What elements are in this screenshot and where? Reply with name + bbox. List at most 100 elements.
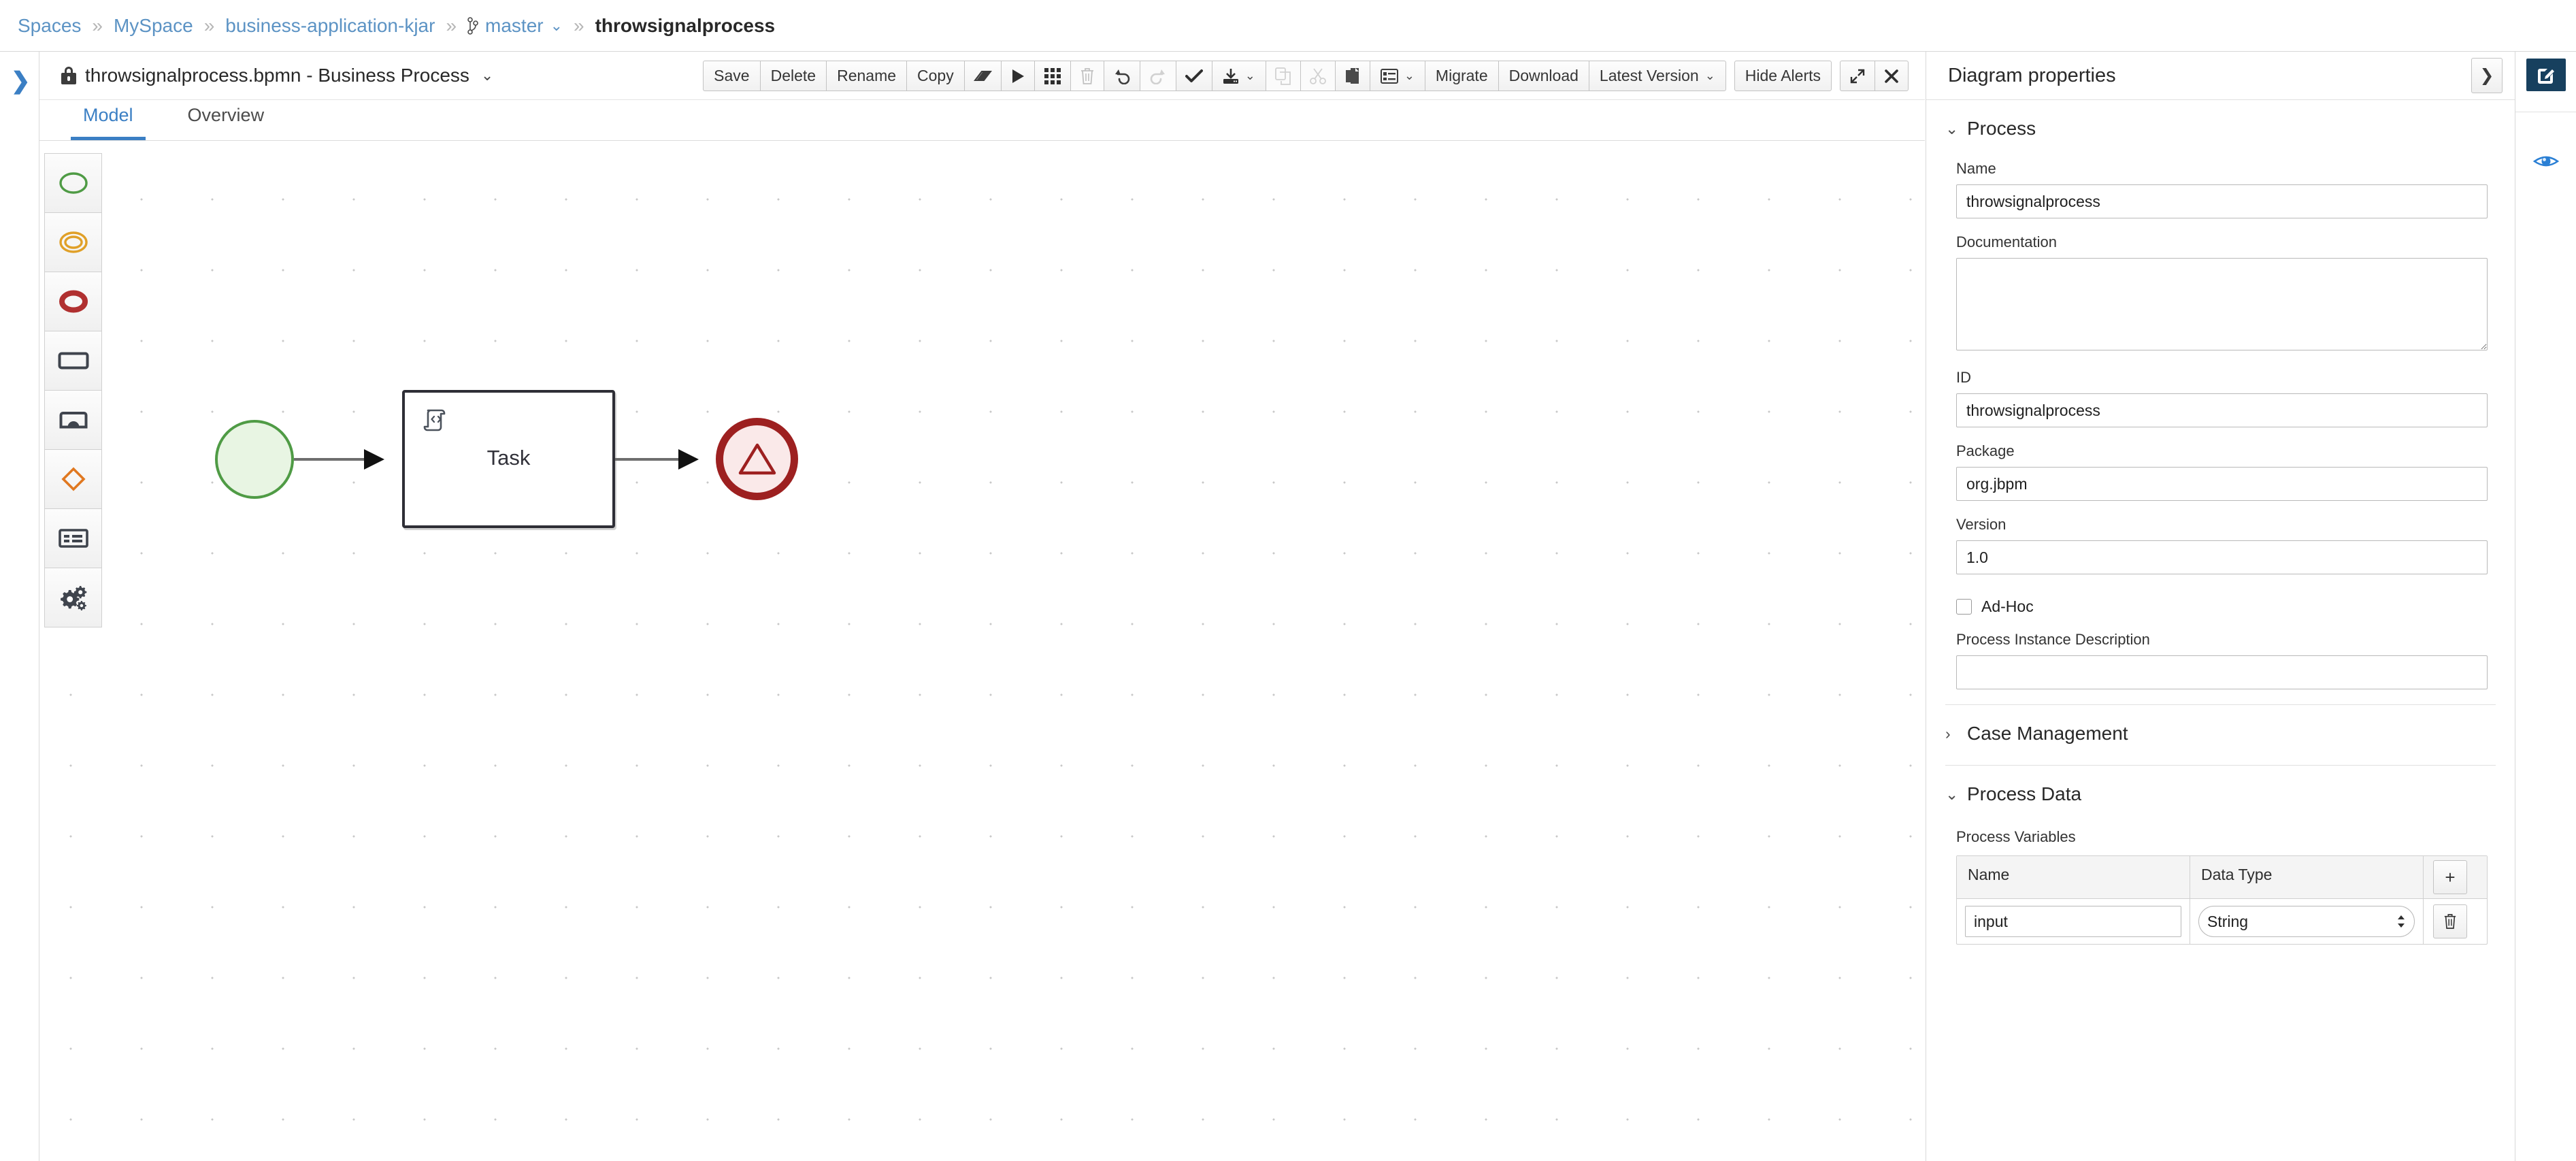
end-event-thick-circle-icon [59, 290, 88, 313]
task-node[interactable]: Task [402, 390, 615, 528]
properties-collapse-button[interactable]: ❯ [2471, 58, 2503, 93]
delete-variable-button[interactable] [2433, 904, 2467, 938]
lock-icon [61, 67, 76, 84]
process-variables-label: Process Variables [1956, 828, 2076, 845]
palette-subprocesses[interactable] [45, 391, 101, 450]
branch-icon [467, 16, 478, 35]
properties-header: Diagram properties ❯ [1926, 52, 2515, 100]
grid-icon[interactable] [1034, 61, 1070, 91]
delete-shape-icon[interactable] [1070, 61, 1104, 91]
column-header-data-type: Data Type [2190, 856, 2424, 898]
section-process-data-title: Process Data [1967, 783, 2082, 804]
edit-pencil-icon[interactable] [2526, 59, 2566, 91]
variable-name-input[interactable] [1965, 906, 2181, 937]
properties-panel: Diagram properties ❯ ⌄ Process Name Docu… [1926, 52, 2515, 1161]
palette-activities[interactable] [45, 331, 101, 391]
task-rectangle-icon [58, 352, 88, 370]
breadcrumb-separator: » [574, 14, 584, 36]
palette-end-events[interactable] [45, 272, 101, 331]
paste-shape-icon[interactable] [1334, 61, 1370, 91]
sequence-flow-1[interactable] [294, 449, 384, 470]
trash-icon [2444, 914, 2456, 929]
breadcrumb-item-spaces[interactable]: Spaces [18, 15, 81, 37]
sidebar-expand-icon[interactable]: ❯ [11, 69, 31, 93]
package-input[interactable] [1956, 467, 2488, 501]
id-input[interactable] [1956, 393, 2488, 427]
documentation-textarea[interactable] [1956, 258, 2488, 350]
breadcrumb-branch-label: master [485, 14, 544, 36]
column-header-name: Name [1957, 856, 2190, 898]
adhoc-checkbox[interactable] [1956, 599, 1972, 615]
form-generation-icon[interactable]: ⌄ [1369, 61, 1425, 91]
add-variable-button[interactable]: + [2433, 860, 2467, 894]
chevron-down-icon: ⌄ [1704, 69, 1715, 82]
tab-model[interactable]: Model [71, 105, 146, 140]
process-variables-table: Name Data Type + String [1956, 855, 2488, 945]
run-icon[interactable] [1000, 61, 1034, 91]
download-button[interactable]: Download [1498, 61, 1589, 91]
section-process[interactable]: ⌄ Process [1926, 100, 2515, 145]
signal-end-event-node[interactable] [716, 418, 798, 500]
sequence-flow-2[interactable] [615, 449, 699, 470]
signal-triangle-icon [738, 443, 776, 474]
chevron-down-icon[interactable]: ⌄ [481, 67, 493, 84]
breadcrumb-item-project[interactable]: business-application-kjar [225, 15, 435, 37]
validate-icon[interactable] [1175, 61, 1212, 91]
copy-shape-icon[interactable] [1265, 61, 1300, 91]
latest-version-button[interactable]: Latest Version ⌄ [1588, 61, 1726, 91]
start-event-node[interactable] [215, 420, 294, 499]
chevron-down-icon: ⌄ [1945, 785, 1959, 803]
section-process-data[interactable]: ⌄ Process Data [1926, 766, 2515, 811]
instance-description-input[interactable] [1956, 655, 2488, 689]
breadcrumb-separator: » [446, 14, 457, 36]
tab-overview[interactable]: Overview [176, 105, 277, 140]
gateway-diamond-icon [61, 467, 86, 491]
package-label: Package [1956, 442, 2015, 459]
documentation-label: Documentation [1956, 233, 2057, 250]
palette-containers[interactable] [45, 509, 101, 568]
eraser-icon[interactable] [963, 61, 1001, 91]
breadcrumb-separator: » [203, 14, 215, 36]
redo-icon[interactable] [1139, 61, 1176, 91]
palette-intermediate-events[interactable] [45, 213, 101, 272]
chevron-right-icon: › [1945, 724, 1951, 742]
toolbar-group-main: Save Delete Rename Copy ⌄ ⌄ Migrate Down… [703, 61, 1726, 91]
palette-service-tasks[interactable] [45, 568, 101, 627]
cut-shape-icon[interactable] [1300, 61, 1335, 91]
section-case-management[interactable]: › Case Management [1926, 705, 2515, 750]
field-id: ID [1926, 369, 2515, 427]
palette-start-events[interactable] [45, 154, 101, 213]
file-title-group: throwsignalprocess.bpmn - Business Proce… [39, 65, 493, 86]
rename-button[interactable]: Rename [826, 61, 907, 91]
breadcrumb-item-myspace[interactable]: MySpace [114, 15, 193, 37]
hide-alerts-button[interactable]: Hide Alerts [1734, 61, 1832, 91]
adhoc-label: Ad-Hoc [1981, 598, 2034, 615]
palette-gateways[interactable] [45, 450, 101, 509]
variable-data-type-select[interactable]: String [2198, 906, 2415, 937]
diagram-canvas[interactable]: Task [39, 141, 1925, 1161]
toolbar-group-window [1840, 61, 1909, 91]
field-version: Version [1926, 516, 2515, 574]
right-rail [2515, 52, 2576, 1161]
chevron-down-icon: ⌄ [550, 16, 563, 34]
delete-button[interactable]: Delete [759, 61, 827, 91]
chevron-down-icon: ⌄ [1244, 69, 1255, 82]
cell-variable-data-type: String [2190, 899, 2424, 944]
close-icon[interactable] [1875, 61, 1909, 91]
migrate-button[interactable]: Migrate [1424, 61, 1498, 91]
version-input[interactable] [1956, 540, 2488, 574]
copy-button[interactable]: Copy [906, 61, 964, 91]
breadcrumb: Spaces » MySpace » business-application-… [0, 0, 2576, 52]
column-header-actions: + [2424, 856, 2477, 898]
maximize-icon[interactable] [1840, 61, 1875, 91]
save-button[interactable]: Save [703, 61, 760, 91]
import-icon[interactable]: ⌄ [1211, 61, 1266, 91]
editor-titlebar: throwsignalprocess.bpmn - Business Proce… [39, 52, 1925, 100]
name-input[interactable] [1956, 184, 2488, 218]
breadcrumb-item-branch[interactable]: master ⌄ [467, 15, 563, 37]
lane-container-icon [58, 529, 88, 548]
undo-icon[interactable] [1103, 61, 1140, 91]
latest-version-label: Latest Version [1599, 67, 1699, 84]
eye-icon[interactable] [2532, 152, 2560, 174]
editor-tabs: Model Overview [39, 100, 1925, 141]
